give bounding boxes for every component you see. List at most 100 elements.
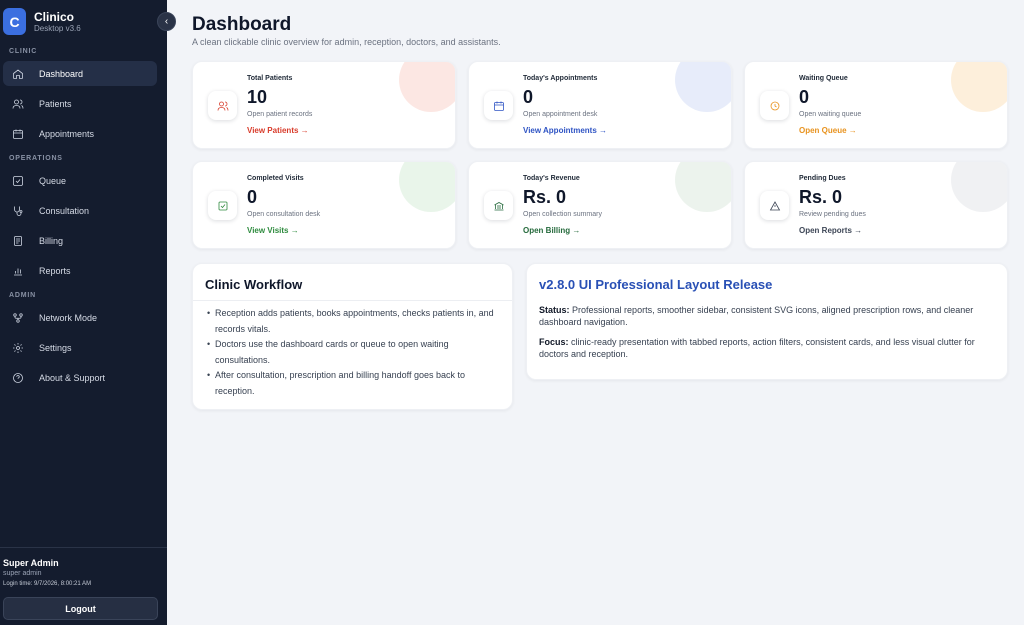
section-label-clinic: CLINIC <box>9 48 38 55</box>
card-decoration <box>951 62 1007 112</box>
sidebar-item-dashboard[interactable]: Dashboard <box>3 61 157 86</box>
sidebar-item-settings[interactable]: Settings <box>3 335 157 360</box>
sidebar-item-about-support[interactable]: About & Support <box>3 365 157 390</box>
calendar-icon <box>484 91 513 120</box>
card-pending-dues[interactable]: Pending Dues Rs. 0 Review pending dues O… <box>744 161 1008 249</box>
workflow-item: After consultation, prescription and bil… <box>207 368 497 399</box>
card-description: Open waiting queue <box>799 111 862 118</box>
section-label-admin: ADMIN <box>9 292 36 299</box>
card-value: 10 <box>247 87 268 107</box>
page-title: Dashboard <box>192 14 292 35</box>
workflow-title: Clinic Workflow <box>205 277 303 292</box>
card-description: Open appointment desk <box>523 111 598 118</box>
bank-icon <box>484 191 513 220</box>
release-notes-panel: v2.8.0 UI Professional Layout Release St… <box>526 263 1008 380</box>
network-icon <box>11 311 25 325</box>
view-patients-link[interactable]: View Patients → <box>247 126 309 135</box>
sidebar-collapse-button[interactable]: ‹ <box>157 12 176 31</box>
view-appointments-link[interactable]: View Appointments → <box>523 126 607 135</box>
card-label: Today's Revenue <box>523 175 580 182</box>
warning-icon <box>760 191 789 220</box>
users-icon <box>208 91 237 120</box>
stethoscope-icon <box>11 204 25 218</box>
sidebar-item-label: Network Mode <box>39 312 98 323</box>
card-decoration <box>399 162 455 212</box>
check-square-icon <box>208 191 237 220</box>
page-subtitle: A clean clickable clinic overview for ad… <box>192 37 501 47</box>
card-label: Completed Visits <box>247 175 304 182</box>
card-decoration <box>951 162 1007 212</box>
sidebar-item-label: Consultation <box>39 205 90 216</box>
help-icon <box>11 371 25 385</box>
card-label: Pending Dues <box>799 175 846 182</box>
card-value: Rs. 0 <box>799 187 843 207</box>
release-title: v2.8.0 UI Professional Layout Release <box>539 277 773 292</box>
view-visits-link[interactable]: View Visits → <box>247 226 299 235</box>
open-queue-link[interactable]: Open Queue → <box>799 126 857 135</box>
card-decoration <box>675 162 731 212</box>
workflow-item: Reception adds patients, books appointme… <box>207 306 497 337</box>
sidebar-item-label: Appointments <box>39 128 95 139</box>
logout-button[interactable]: Logout <box>3 597 158 620</box>
card-label: Total Patients <box>247 75 293 82</box>
sidebar-divider <box>0 547 167 548</box>
card-description: Open consultation desk <box>247 211 321 218</box>
card-completed-visits[interactable]: Completed Visits 0 Open consultation des… <box>192 161 456 249</box>
sidebar-item-reports[interactable]: Reports <box>3 258 157 283</box>
focus-label: Focus: <box>539 337 569 347</box>
section-label-operations: OPERATIONS <box>9 155 63 162</box>
app-logo: C <box>3 8 26 35</box>
release-focus: Focus: clinic-ready presentation with ta… <box>539 337 999 360</box>
card-todays-appointments[interactable]: Today's Appointments 0 Open appointment … <box>468 61 732 149</box>
calendar-icon <box>11 127 25 141</box>
card-value: 0 <box>799 87 810 107</box>
workflow-item: Doctors use the dashboard cards or queue… <box>207 337 497 368</box>
focus-text: clinic-ready presentation with tabbed re… <box>539 337 975 359</box>
card-label: Today's Appointments <box>523 75 598 82</box>
sidebar-item-consultation[interactable]: Consultation <box>3 198 157 223</box>
sidebar-item-network-mode[interactable]: Network Mode <box>3 305 157 330</box>
sidebar-item-label: Settings <box>39 342 72 353</box>
document-icon <box>11 234 25 248</box>
card-decoration <box>399 62 455 112</box>
card-description: Open patient records <box>247 111 313 118</box>
sidebar-item-label: Reports <box>39 265 71 276</box>
card-value: 0 <box>247 187 258 207</box>
open-reports-link[interactable]: Open Reports → <box>799 226 862 235</box>
divider <box>193 300 512 301</box>
card-value: 0 <box>523 87 534 107</box>
release-status: Status: Professional reports, smoother s… <box>539 305 999 328</box>
sidebar-item-label: Billing <box>39 235 64 246</box>
app-version: Desktop v3.6 <box>34 23 81 33</box>
card-description: Open collection summary <box>523 211 602 218</box>
status-text: Professional reports, smoother sidebar, … <box>539 305 974 327</box>
sidebar-item-patients[interactable]: Patients <box>3 91 157 116</box>
status-label: Status: <box>539 305 570 315</box>
checkbox-icon <box>11 174 25 188</box>
sidebar-item-label: Queue <box>39 175 67 186</box>
card-label: Waiting Queue <box>799 75 848 82</box>
clock-icon <box>760 91 789 120</box>
card-todays-revenue[interactable]: Today's Revenue Rs. 0 Open collection su… <box>468 161 732 249</box>
sidebar: C Clinico Desktop v3.6 CLINIC Dashboard … <box>0 0 167 625</box>
login-time: Login time: 9/7/2026, 8:00:21 AM <box>3 581 92 587</box>
users-icon <box>11 97 25 111</box>
card-decoration <box>675 62 731 112</box>
card-total-patients[interactable]: Total Patients 10 Open patient records V… <box>192 61 456 149</box>
user-role: super admin <box>3 570 42 577</box>
sidebar-item-queue[interactable]: Queue <box>3 168 157 193</box>
clinic-workflow-panel: Clinic Workflow Reception adds patients,… <box>192 263 513 410</box>
app-name: Clinico <box>34 9 75 24</box>
card-description: Review pending dues <box>799 211 866 218</box>
workflow-list: Reception adds patients, books appointme… <box>207 306 497 399</box>
card-waiting-queue[interactable]: Waiting Queue 0 Open waiting queue Open … <box>744 61 1008 149</box>
brand[interactable]: C Clinico Desktop v3.6 <box>3 8 81 35</box>
sidebar-item-label: Dashboard <box>39 68 84 79</box>
sidebar-item-appointments[interactable]: Appointments <box>3 121 157 146</box>
open-billing-link[interactable]: Open Billing → <box>523 226 580 235</box>
sidebar-item-billing[interactable]: Billing <box>3 228 157 253</box>
gear-icon <box>11 341 25 355</box>
card-value: Rs. 0 <box>523 187 567 207</box>
sidebar-item-label: About & Support <box>39 372 106 383</box>
sidebar-item-label: Patients <box>39 98 72 109</box>
